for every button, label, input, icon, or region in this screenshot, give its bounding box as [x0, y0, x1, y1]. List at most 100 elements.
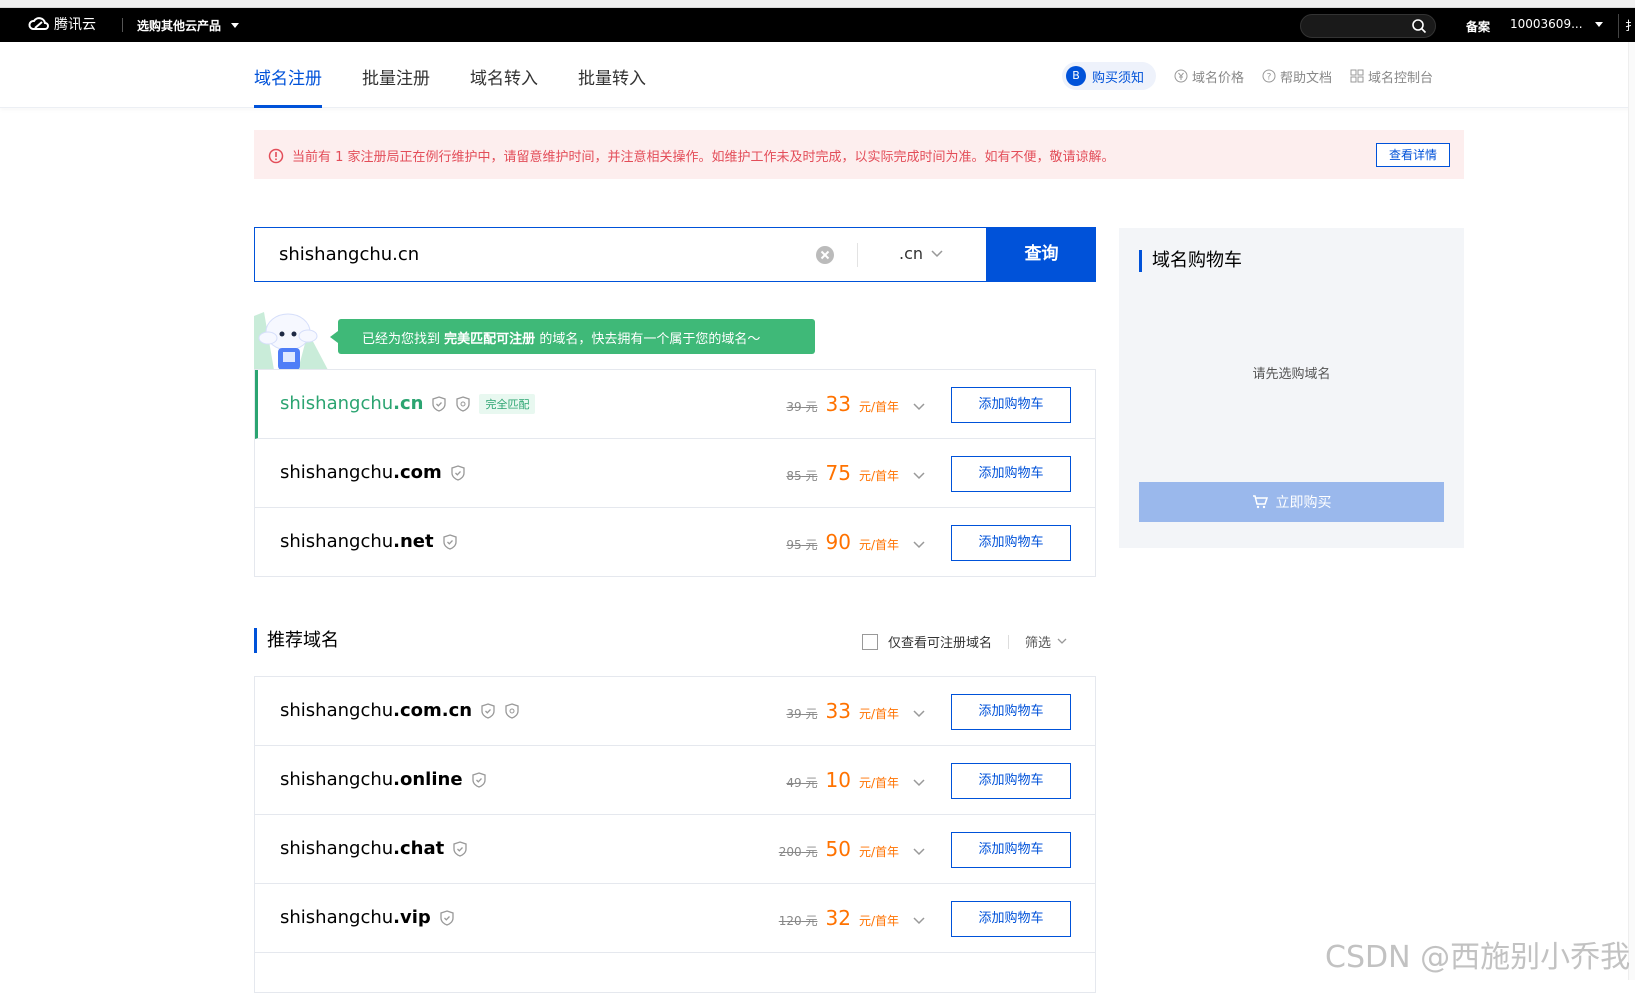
domain-base: shishangchu [280, 462, 394, 483]
tab-domain-transfer[interactable]: 域名转入 [470, 42, 538, 108]
current-price: 33 [825, 699, 851, 723]
shield-icon [505, 702, 519, 719]
domain-base: shishangchu [280, 393, 394, 414]
chevron-down-icon[interactable] [913, 779, 925, 787]
price-unit: 元/首年 [858, 845, 899, 859]
add-to-cart-button[interactable]: 添加购物车 [951, 456, 1071, 492]
domain-tld: .online [393, 769, 463, 790]
brand-logo[interactable]: 腾讯云 [28, 14, 96, 34]
search-icon[interactable] [1411, 18, 1427, 34]
domain-tld: .com.cn [393, 700, 473, 721]
nav-tabs: 域名注册 批量注册 域名转入 批量转入 [254, 42, 646, 108]
shield-check-icon [432, 395, 447, 412]
current-price: 10 [825, 768, 851, 792]
add-to-cart-button[interactable]: 添加购物车 [951, 763, 1071, 799]
query-button[interactable]: 查询 [987, 227, 1096, 282]
domain-console-link[interactable]: 域名控制台 [1350, 67, 1433, 86]
original-price: 120 元 [778, 914, 818, 928]
shield-check-icon [440, 909, 454, 926]
domain-tld: .vip [393, 907, 431, 928]
chevron-down-icon [931, 249, 943, 257]
caret-down-icon [231, 23, 240, 28]
add-to-cart-button[interactable]: 添加购物车 [951, 387, 1071, 423]
chevron-down-icon[interactable] [913, 917, 925, 925]
recommend-row: shishangchu.chat 200 元 50 元/首年 添加购物车 [255, 815, 1095, 884]
chevron-down-icon [1057, 638, 1067, 644]
top-bar: 腾讯云 选购其他云产品 备案 10003609... 扌 [0, 8, 1635, 42]
domain-tld: .net [393, 531, 434, 552]
price-unit: 元/首年 [858, 538, 899, 552]
help-docs-link[interactable]: ? 帮助文档 [1262, 67, 1332, 86]
buy-now-label: 立即购买 [1275, 495, 1332, 511]
clear-icon[interactable] [815, 245, 835, 265]
shield-check-icon [451, 464, 465, 481]
match-banner-highlight: 完美匹配可注册 [444, 332, 536, 347]
search-divider [857, 243, 858, 267]
original-price: 39 元 [786, 400, 818, 414]
tab-domain-register[interactable]: 域名注册 [254, 42, 322, 108]
suffix-select[interactable]: .cn [899, 244, 943, 263]
beian-link[interactable]: 备案 [1466, 18, 1490, 35]
domain-search-input[interactable]: shishangchu.cn .cn [254, 227, 987, 282]
cloud-logo-icon [28, 17, 49, 30]
account-menu[interactable]: 10003609... [1510, 17, 1603, 31]
result-row: shishangchu.net 95 元 90 元/首年 添加购物车 [255, 508, 1095, 577]
add-to-cart-button[interactable]: 添加购物车 [951, 901, 1071, 937]
notice-text-wrap: 当前有 1 家注册局正在例行维护中，请留意维护时间，并注意相关操作。如维护工作未… [268, 146, 1115, 165]
purchase-notice-link[interactable]: B 购买须知 [1062, 62, 1157, 90]
shield-check-icon [453, 840, 467, 857]
result-row: shishangchu.com 85 元 75 元/首年 添加购物车 [255, 439, 1095, 508]
domain-tld: .chat [393, 838, 445, 859]
only-available-label[interactable]: 仅查看可注册域名 [888, 632, 992, 651]
domain-base: shishangchu [280, 838, 394, 859]
filter-dropdown[interactable]: 筛选 [1025, 632, 1067, 651]
chevron-down-icon[interactable] [913, 403, 925, 411]
chevron-down-icon[interactable] [913, 710, 925, 718]
match-banner-suffix: 的域名，快去拥有一个属于您的域名～ [539, 332, 761, 347]
domain-price-link[interactable]: 域名价格 [1174, 67, 1244, 86]
grid-icon [1350, 69, 1364, 83]
add-to-cart-button[interactable]: 添加购物车 [951, 525, 1071, 561]
add-to-cart-button[interactable]: 添加购物车 [951, 832, 1071, 868]
match-banner: 已经为您找到 完美匹配可注册 的域名，快去拥有一个属于您的域名～ [330, 319, 815, 354]
shield-check-icon [471, 771, 486, 788]
domain-name: shishangchu.com [280, 462, 466, 483]
price: 39 元 33 元/首年 [786, 392, 925, 416]
shield-check-icon [481, 702, 495, 719]
current-price: 33 [825, 392, 851, 416]
filter-label: 筛选 [1025, 636, 1052, 651]
tab-batch-transfer[interactable]: 批量转入 [578, 42, 646, 108]
chevron-down-icon[interactable] [913, 541, 925, 549]
recommend-row-partial [255, 953, 1095, 993]
brand-name: 腾讯云 [54, 17, 96, 33]
domain-name: shishangchu.com.cn [280, 700, 520, 721]
price-unit: 元/首年 [858, 776, 899, 790]
chevron-down-icon[interactable] [913, 848, 925, 856]
tab-batch-register[interactable]: 批量注册 [362, 42, 430, 108]
domain-base: shishangchu [280, 700, 394, 721]
browser-top-strip [0, 0, 1635, 8]
current-price: 32 [825, 906, 851, 930]
watermark: CSDN @西施别小乔我 [1325, 940, 1631, 975]
view-details-button[interactable]: 查看详情 [1376, 143, 1450, 167]
maintenance-notice: 当前有 1 家注册局正在例行维护中，请留意维护时间，并注意相关操作。如维护工作未… [254, 130, 1464, 179]
domain-console-label: 域名控制台 [1368, 70, 1434, 86]
chevron-down-icon[interactable] [913, 472, 925, 480]
recommend-row: shishangchu.com.cn 39 元 33 元/首年 添加购物车 [255, 677, 1095, 746]
domain-base: shishangchu [280, 531, 394, 552]
buy-now-button[interactable]: 立即购买 [1139, 482, 1444, 522]
topbar-divider [122, 18, 123, 32]
add-to-cart-button[interactable]: 添加购物车 [951, 694, 1071, 730]
price-unit: 元/首年 [858, 914, 899, 928]
domain-cart: 域名购物车 请先选购域名 立即购买 [1119, 228, 1464, 548]
suffix-value: .cn [899, 244, 924, 263]
top-search-input[interactable] [1300, 14, 1436, 38]
mascot-illustration [254, 312, 328, 370]
products-menu[interactable]: 选购其他云产品 [137, 17, 240, 34]
match-banner-prefix: 已经为您找到 [362, 332, 441, 347]
domain-price-label: 域名价格 [1192, 70, 1245, 86]
help-docs-label: 帮助文档 [1280, 70, 1333, 86]
scrollbar[interactable] [1628, 42, 1635, 980]
only-available-checkbox[interactable] [862, 633, 878, 650]
products-label: 选购其他云产品 [137, 19, 222, 33]
